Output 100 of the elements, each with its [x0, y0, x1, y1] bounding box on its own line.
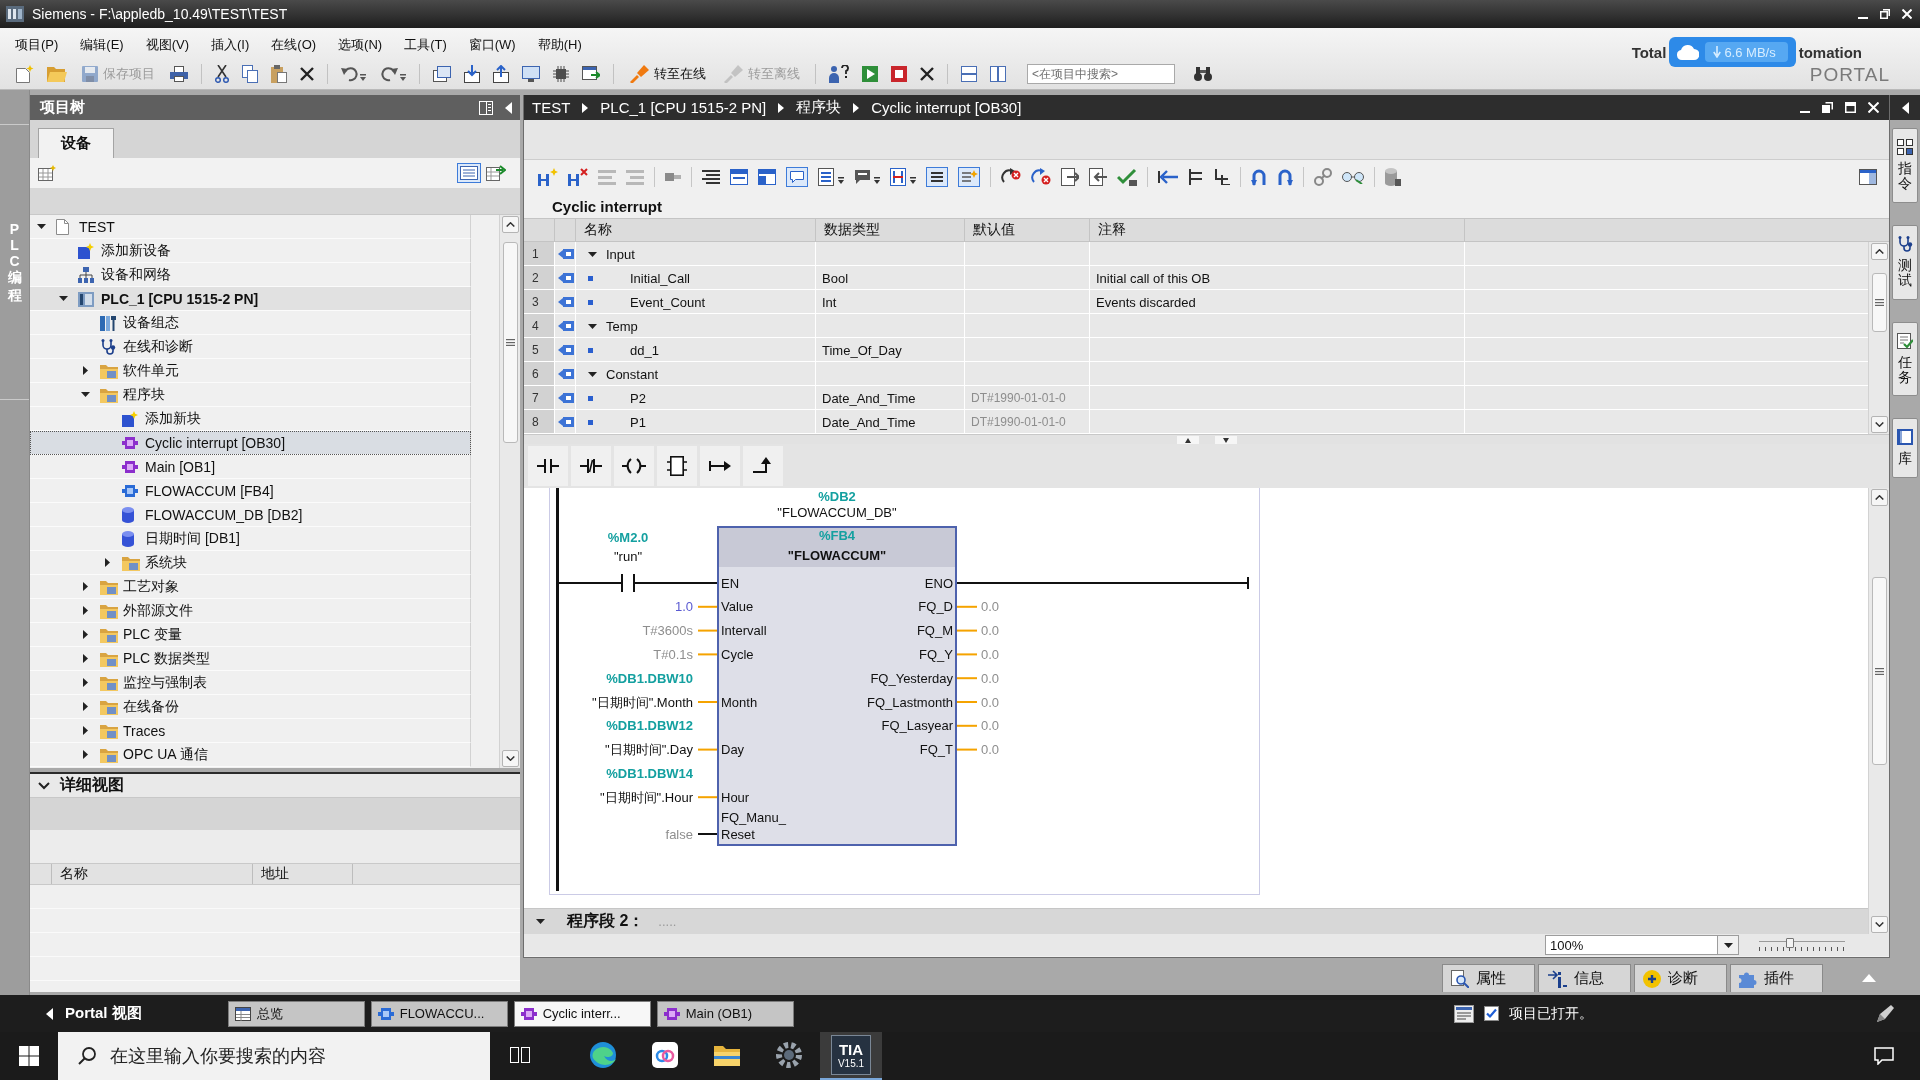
menu-item[interactable]: 选项(N): [327, 34, 394, 56]
menu-item[interactable]: 项目(P): [4, 34, 70, 56]
editor-tab[interactable]: FLOWACCU...: [370, 1000, 508, 1027]
split-horizontal-icon[interactable]: [961, 65, 977, 82]
tree-item[interactable]: Cyclic interrupt [OB30]: [30, 431, 471, 455]
checkbox[interactable]: [1484, 1006, 1499, 1021]
arrow-left-icon[interactable]: [1158, 169, 1178, 185]
caret-right-icon[interactable]: [82, 606, 88, 615]
close-icon[interactable]: [1868, 102, 1879, 113]
instruction-button[interactable]: [700, 446, 740, 486]
h-sparkle-icon[interactable]: [538, 168, 558, 186]
h-cross-icon[interactable]: [568, 168, 588, 186]
taskbar-app-button[interactable]: TIA V15.1: [820, 1032, 882, 1080]
zoom-field[interactable]: 100%: [1545, 935, 1739, 955]
instruction-button[interactable]: [743, 446, 783, 486]
menu-item[interactable]: 帮助(H): [526, 34, 593, 56]
tree-item[interactable]: 程序块: [30, 383, 471, 407]
breadcrumb-item[interactable]: 程序块: [796, 98, 842, 117]
menu-item[interactable]: 插入(I): [200, 34, 261, 56]
cylinder-icon[interactable]: [1385, 168, 1401, 186]
task-card-tab[interactable]: 指令: [1892, 128, 1918, 203]
caret-down-icon[interactable]: [588, 323, 597, 329]
scroll-thumb[interactable]: [502, 242, 518, 443]
redo-icon[interactable]: [380, 65, 406, 82]
panel-icon[interactable]: [1859, 169, 1877, 185]
caret-down-icon[interactable]: [36, 224, 46, 229]
tree-item[interactable]: 系统块: [30, 551, 471, 575]
portal-view-button[interactable]: Portal 视图: [46, 1004, 142, 1023]
tree-item[interactable]: 添加新设备: [30, 239, 471, 263]
scroll-up-button[interactable]: [1870, 243, 1888, 260]
document-sparkle-icon[interactable]: [16, 64, 34, 83]
h-box-icon[interactable]: [890, 168, 916, 186]
task-card-tab[interactable]: 任务: [1892, 321, 1918, 397]
scroll-up-button[interactable]: [501, 216, 519, 233]
curved-arrow-icon[interactable]: [1277, 168, 1293, 186]
caret-down-icon[interactable]: [58, 296, 68, 301]
instruction-button[interactable]: [614, 446, 654, 486]
breadcrumb-item[interactable]: TEST: [532, 99, 571, 116]
close-icon[interactable]: [1902, 9, 1912, 19]
dropdown-button[interactable]: [1717, 936, 1738, 954]
scroll-thumb[interactable]: [1871, 577, 1887, 765]
layout-icon[interactable]: [1454, 1004, 1474, 1023]
table-sparkle-icon[interactable]: [38, 165, 56, 181]
split-vertical-icon[interactable]: [990, 65, 1006, 82]
caret-left-icon[interactable]: [505, 101, 512, 114]
vertical-scrollbar[interactable]: [1868, 488, 1889, 934]
tab[interactable]: 设备: [38, 128, 114, 158]
caret-right-icon[interactable]: [82, 702, 88, 711]
lines-icon[interactable]: [702, 170, 720, 184]
caret-right-icon[interactable]: [82, 366, 88, 375]
menu-item[interactable]: 窗口(W): [457, 34, 527, 56]
caret-down-icon[interactable]: [1214, 436, 1237, 444]
tab[interactable]: 属性: [1442, 964, 1535, 992]
link-icon[interactable]: [1314, 168, 1332, 186]
editor-tab[interactable]: Main (OB1): [656, 1000, 794, 1027]
menu-item[interactable]: 编辑(E): [69, 34, 135, 56]
speech-bubble-icon[interactable]: [786, 167, 808, 187]
caret-down-icon[interactable]: [536, 919, 545, 924]
task-card-tab[interactable]: 测试: [1892, 224, 1918, 300]
window-icon[interactable]: [730, 169, 748, 185]
tree-lines-icon[interactable]: [1188, 169, 1204, 185]
collapse-button[interactable]: [1890, 95, 1920, 120]
tree-item[interactable]: OPC UA 通信: [30, 743, 471, 767]
scroll-up-button[interactable]: [1870, 489, 1888, 506]
tree-item[interactable]: 外部源文件: [30, 599, 471, 623]
notification-icon[interactable]: [1874, 1047, 1894, 1065]
caret-right-icon[interactable]: [82, 678, 88, 687]
clipboard-icon[interactable]: [271, 64, 287, 83]
tree-item[interactable]: Traces: [30, 719, 471, 743]
editor-tab[interactable]: 总览: [227, 1000, 365, 1027]
tab[interactable]: 信息: [1538, 964, 1631, 992]
restore-icon[interactable]: [1880, 9, 1890, 19]
tree-item[interactable]: TEST: [30, 215, 471, 239]
arrow-cross-icon[interactable]: [1031, 168, 1051, 186]
split-panel-icon[interactable]: [479, 100, 493, 115]
tree-lines-icon[interactable]: [1214, 169, 1230, 185]
vertical-scrollbar[interactable]: [499, 215, 520, 768]
window-stack-icon[interactable]: [433, 65, 451, 82]
undo-icon[interactable]: [341, 65, 367, 82]
menu-item[interactable]: 在线(O): [260, 34, 328, 56]
tree-item[interactable]: FLOWACCUM [FB4]: [30, 479, 471, 503]
play-box-icon[interactable]: [862, 65, 878, 82]
caret-down-icon[interactable]: [588, 251, 597, 257]
figure-question-icon[interactable]: [829, 64, 849, 83]
tree-item[interactable]: PLC_1 [CPU 1515-2 PN]: [30, 287, 471, 311]
caret-right-icon[interactable]: [82, 582, 88, 591]
caret-up-icon[interactable]: [1176, 436, 1199, 444]
tree-item[interactable]: 在线备份: [30, 695, 471, 719]
printer-icon[interactable]: [170, 65, 188, 82]
list-box-icon[interactable]: [818, 168, 844, 186]
tree-item[interactable]: Main [OB1]: [30, 455, 471, 479]
copy-icon[interactable]: [242, 64, 258, 83]
tree-item[interactable]: 监控与强制表: [30, 671, 471, 695]
tab[interactable]: 插件: [1730, 964, 1823, 992]
tab[interactable]: 诊断: [1634, 964, 1727, 992]
tree-item[interactable]: PLC 变量: [30, 623, 471, 647]
box-up-arrow-icon[interactable]: [493, 64, 509, 83]
curved-arrow-icon[interactable]: [1251, 168, 1267, 186]
instruction-button[interactable]: [657, 446, 697, 486]
cross-icon[interactable]: [920, 66, 934, 81]
